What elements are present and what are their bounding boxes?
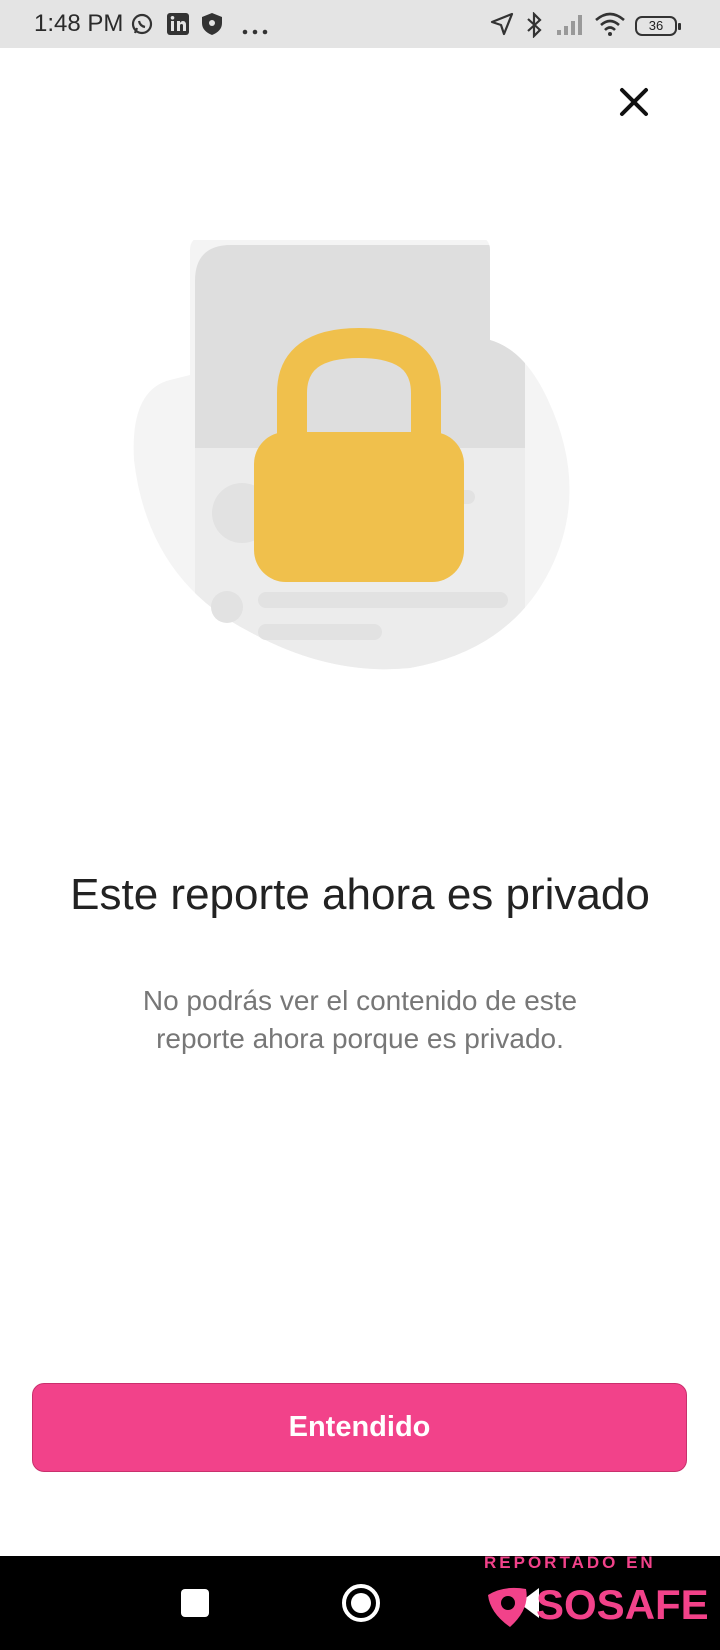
dialog-title: Este reporte ahora es privado <box>70 870 650 919</box>
sosafe-logo-icon <box>484 1581 530 1634</box>
recents-button[interactable] <box>181 1589 209 1617</box>
battery-indicator: 36 <box>635 16 681 36</box>
sosafe-watermark: REPORTADO EN SOSAFE <box>484 1553 720 1650</box>
locked-report-illustration <box>130 235 590 680</box>
signal-icon <box>556 12 586 41</box>
whatsapp-icon <box>130 12 154 41</box>
location-icon <box>490 12 514 41</box>
status-bar: 1:48 PM 36 <box>0 0 720 48</box>
linkedin-icon <box>166 12 190 41</box>
close-icon <box>620 88 648 116</box>
watermark-caption: REPORTADO EN <box>484 1553 656 1572</box>
home-button[interactable] <box>342 1584 380 1622</box>
more-icon <box>242 22 270 40</box>
status-time: 1:48 PM <box>34 10 124 37</box>
shield-icon <box>200 12 224 41</box>
bluetooth-icon <box>524 11 546 43</box>
understood-button[interactable]: Entendido <box>32 1383 687 1472</box>
wifi-icon <box>594 12 626 41</box>
watermark-brand: SOSAFE <box>536 1581 709 1628</box>
close-button[interactable] <box>612 80 656 124</box>
dialog-description: No podrás ver el contenido de este repor… <box>142 985 578 1054</box>
